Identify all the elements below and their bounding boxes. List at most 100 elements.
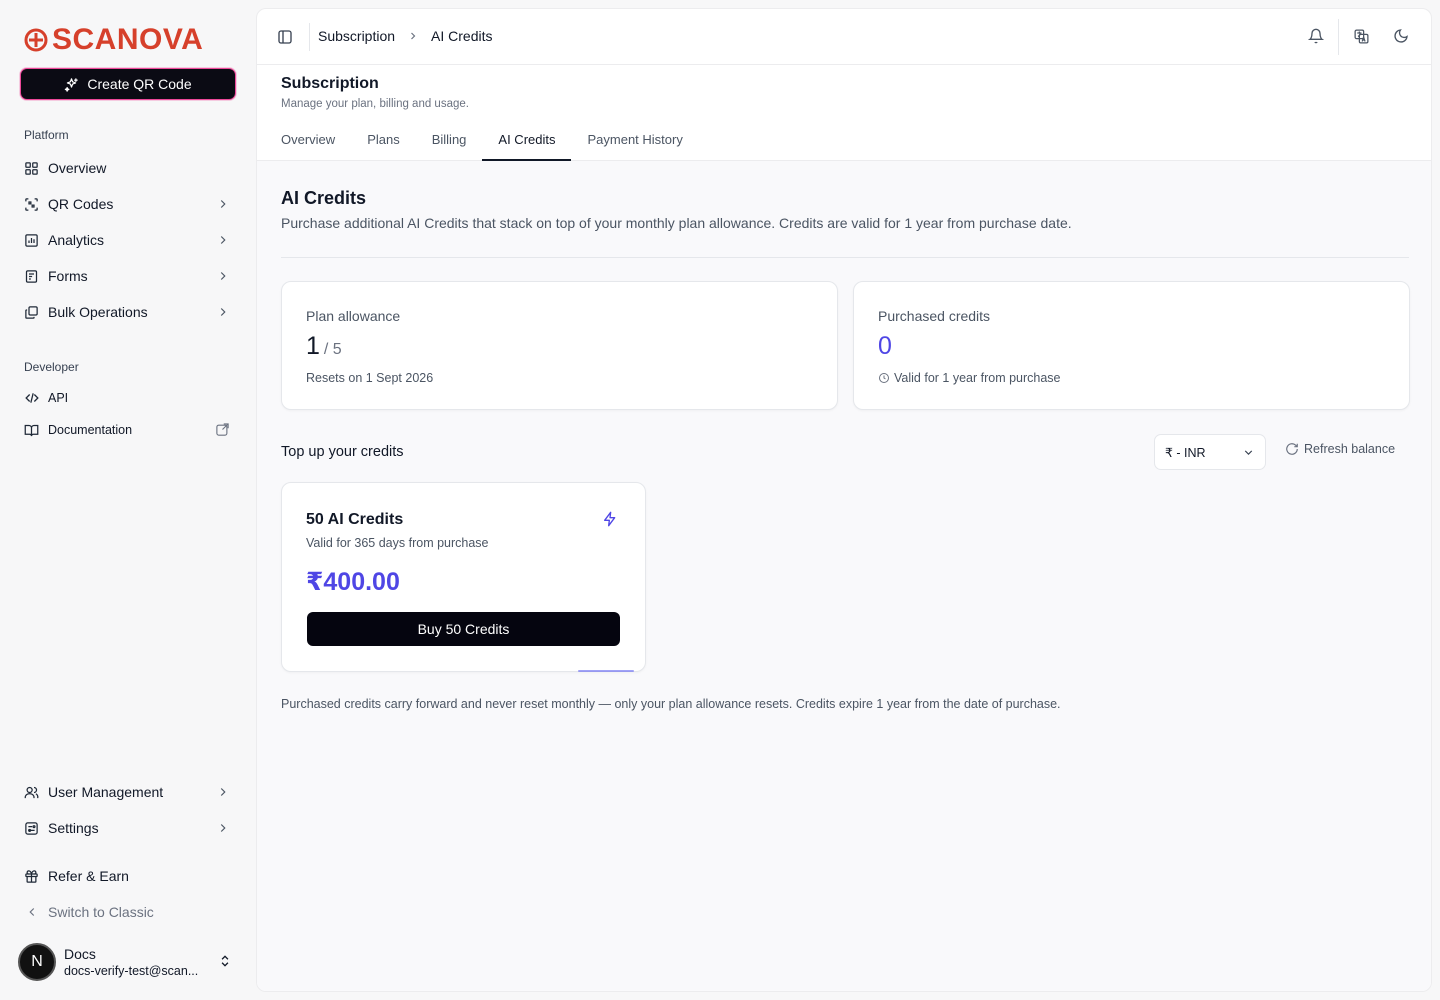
sidebar-item-qr-codes[interactable]: QR Codes xyxy=(24,190,234,218)
purchased-credits-value: 0 xyxy=(878,332,892,361)
chevron-right-icon xyxy=(220,272,226,280)
topbar-divider xyxy=(1338,19,1339,55)
page-subtitle: Manage your plan, billing and usage. xyxy=(281,98,469,110)
moon-icon[interactable] xyxy=(1393,28,1409,44)
create-qr-code-label: Create QR Code xyxy=(87,76,192,92)
bell-icon[interactable] xyxy=(1308,28,1324,44)
credit-pack-price: ₹400.00 xyxy=(306,568,400,596)
user-name: Docs xyxy=(64,946,96,962)
layers-icon xyxy=(24,305,39,320)
credit-pack-title: 50 AI Credits xyxy=(306,511,404,528)
sidebar-item-settings[interactable]: Settings xyxy=(24,814,234,842)
sidebar-toggle-icon[interactable] xyxy=(277,29,293,45)
users-icon xyxy=(24,785,39,800)
code-icon xyxy=(24,391,39,406)
user-email: docs-verify-test@scan... xyxy=(64,964,199,978)
sidebar-item-label: Settings xyxy=(48,820,99,836)
breadcrumb-subscription[interactable]: Subscription xyxy=(318,28,395,44)
chevron-right-icon xyxy=(220,788,226,796)
scanova-logo-icon xyxy=(24,28,48,52)
card-accent-line xyxy=(578,670,634,672)
ai-credits-content: AI Credits Purchase additional AI Credit… xyxy=(257,161,1431,991)
tab-overview[interactable]: Overview xyxy=(265,125,351,161)
sparkles-icon xyxy=(65,77,79,92)
external-link-icon xyxy=(216,423,229,436)
tab-billing[interactable]: Billing xyxy=(416,125,483,161)
plan-allowance-label: Plan allowance xyxy=(306,308,401,324)
plan-allowance-used: 1 xyxy=(306,332,320,360)
chevron-right-icon xyxy=(411,32,416,40)
create-qr-code-button[interactable]: Create QR Code xyxy=(20,68,236,100)
qr-scan-icon xyxy=(24,197,39,212)
chevron-right-icon xyxy=(220,236,226,244)
book-icon xyxy=(24,423,39,438)
sidebar-item-analytics[interactable]: Analytics xyxy=(24,226,234,254)
sidebar-item-label: API xyxy=(48,391,69,405)
sidebar-item-label: Refer & Earn xyxy=(48,868,129,884)
grid-icon xyxy=(24,161,39,176)
tab-plans[interactable]: Plans xyxy=(351,125,416,161)
sidebar-item-bulk-operations[interactable]: Bulk Operations xyxy=(24,298,234,326)
avatar: N xyxy=(18,943,56,981)
sidebar-item-label: Bulk Operations xyxy=(48,304,148,320)
main-panel: Subscription AI Credits Subscription Man… xyxy=(256,8,1432,992)
purchased-credits-label: Purchased credits xyxy=(878,308,991,324)
credit-pack-card: 50 AI Credits Valid for 365 days from pu… xyxy=(281,482,646,672)
sidebar-item-switch-to-classic[interactable]: Switch to Classic xyxy=(24,898,234,926)
sidebar-item-label: Forms xyxy=(48,268,88,284)
sidebar-item-forms[interactable]: Forms xyxy=(24,262,234,290)
plan-allowance-reset: Resets on 1 Sept 2026 xyxy=(306,371,434,385)
sidebar-item-documentation[interactable]: Documentation xyxy=(24,416,234,444)
chevron-left-icon xyxy=(24,905,39,920)
platform-section-label: Platform xyxy=(24,128,69,142)
sidebar-item-refer-earn[interactable]: Refer & Earn xyxy=(24,862,234,890)
section-title: AI Credits xyxy=(281,188,367,208)
chevron-right-icon xyxy=(220,824,226,832)
currency-select-value: ₹ - INR xyxy=(1165,445,1206,460)
page-header: Subscription Manage your plan, billing a… xyxy=(257,65,1431,161)
chevron-right-icon xyxy=(220,200,226,208)
topup-heading: Top up your credits xyxy=(281,444,404,460)
bar-chart-icon xyxy=(24,233,39,248)
page-title: Subscription xyxy=(281,75,379,92)
purchased-credits-count: 0 xyxy=(878,332,892,360)
sidebar-item-label: Overview xyxy=(48,160,107,176)
tab-bar: Overview Plans Billing AI Credits Paymen… xyxy=(265,125,699,161)
topbar: Subscription AI Credits xyxy=(257,9,1431,65)
refresh-icon xyxy=(1286,443,1298,455)
chevron-down-icon xyxy=(1244,450,1253,455)
chevron-right-icon xyxy=(220,308,226,316)
tab-ai-credits[interactable]: AI Credits xyxy=(482,125,572,161)
purchased-credits-validity: Valid for 1 year from purchase xyxy=(878,371,1061,385)
currency-select[interactable]: ₹ - INR xyxy=(1154,434,1266,470)
breadcrumb: Subscription AI Credits xyxy=(318,28,493,44)
tab-payment-history[interactable]: Payment History xyxy=(571,125,698,161)
sidebar: SCANOVA Create QR Code Platform Overview… xyxy=(0,0,256,1000)
refresh-balance-label: Refresh balance xyxy=(1304,442,1396,456)
refresh-balance-button[interactable]: Refresh balance xyxy=(1285,442,1395,456)
lightning-icon xyxy=(604,511,616,527)
chevrons-up-down-icon xyxy=(221,955,229,967)
developer-section-label: Developer xyxy=(24,360,79,374)
buy-credits-button[interactable]: Buy 50 Credits xyxy=(307,612,620,646)
sidebar-item-label: Documentation xyxy=(48,423,133,437)
clock-icon xyxy=(879,373,889,383)
settings-icon xyxy=(24,821,39,836)
sidebar-item-label: Analytics xyxy=(48,232,105,248)
plan-allowance-total: / 5 xyxy=(323,341,342,358)
sidebar-item-user-management[interactable]: User Management xyxy=(24,778,234,806)
form-icon xyxy=(24,269,39,284)
topbar-divider xyxy=(309,23,310,51)
sidebar-item-overview[interactable]: Overview xyxy=(24,154,234,182)
translate-icon[interactable] xyxy=(1353,28,1370,45)
user-menu[interactable]: N Docs docs-verify-test@scan... xyxy=(18,942,240,982)
purchased-credits-validity-text: Valid for 1 year from purchase xyxy=(894,371,1061,385)
credits-footnote: Purchased credits carry forward and neve… xyxy=(281,697,1061,711)
credit-pack-validity: Valid for 365 days from purchase xyxy=(306,536,489,550)
breadcrumb-ai-credits: AI Credits xyxy=(431,28,493,44)
brand-logo[interactable]: SCANOVA xyxy=(24,25,203,55)
section-description: Purchase additional AI Credits that stac… xyxy=(281,215,1072,231)
sidebar-item-label: User Management xyxy=(48,784,164,800)
plan-allowance-value: 1 / 5 xyxy=(306,332,342,361)
sidebar-item-api[interactable]: API xyxy=(24,384,234,412)
